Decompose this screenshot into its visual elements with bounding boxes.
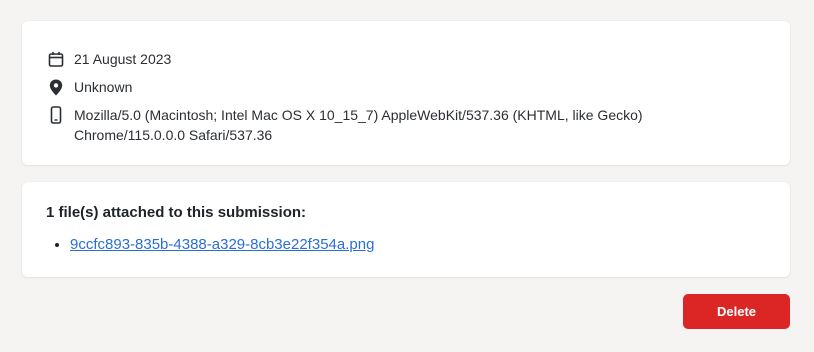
submission-date: 21 August 2023 [74,51,172,67]
map-pin-icon [47,77,65,97]
attached-files-title: 1 file(s) attached to this submission: [46,204,307,221]
user-agent-row: Mozilla/5.0 (Macintosh; Intel Mac OS X 1… [47,105,674,145]
file-link[interactable]: 9ccfc893-835b-4388-a329-8cb3e22f354a.png [70,236,374,253]
list-item: 9ccfc893-835b-4388-a329-8cb3e22f354a.png [70,235,374,255]
date-row: 21 August 2023 [47,49,171,69]
attached-files-card: 1 file(s) attached to this submission: 9… [22,182,790,277]
submission-user-agent: Mozilla/5.0 (Macintosh; Intel Mac OS X 1… [74,107,643,143]
delete-button[interactable]: Delete [683,294,790,329]
submission-info-card: 21 August 2023 Unknown Mozilla/5.0 (Maci… [22,21,790,165]
attached-files-list: 9ccfc893-835b-4388-a329-8cb3e22f354a.png [46,235,374,255]
submission-location: Unknown [74,79,133,95]
location-row: Unknown [47,77,132,97]
mobile-phone-icon [47,105,65,125]
calendar-icon [47,49,65,69]
